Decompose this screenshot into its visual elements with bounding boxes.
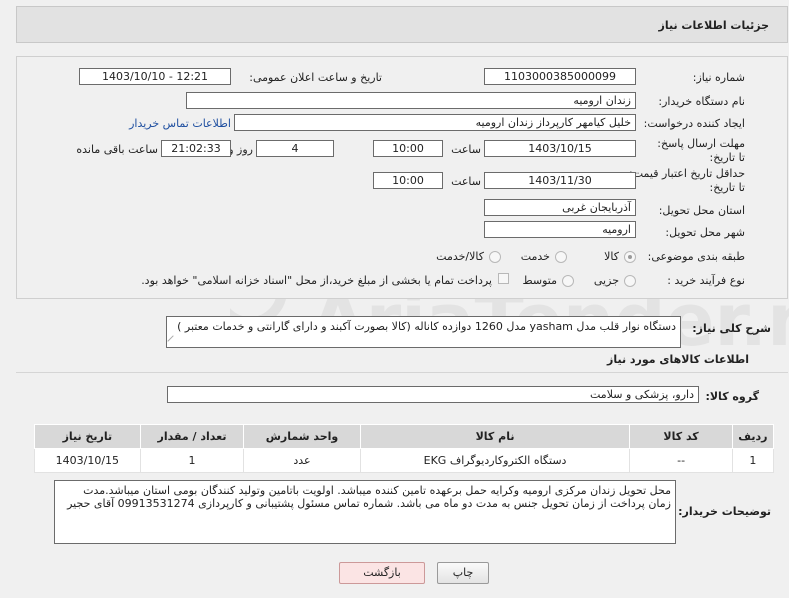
process-label: نوع فرآیند خرید : [667,274,745,287]
goods-group-field: دارو، پزشکی و سلامت [167,386,699,403]
category-option-goods: کالا [604,250,619,263]
table-row: 1 -- دستگاه الکتروکاردیوگراف EKG عدد 1 1… [34,448,775,473]
creator-field: خلیل کیامهر کارپرداز زندان ارومیه [234,114,636,131]
page-title: جزئیات اطلاعات نیاز [658,19,770,32]
section-divider [16,372,788,373]
category-label: طبقه بندی موضوعی: [647,250,745,263]
process-option-minor: جزیی [593,274,619,287]
city-field: ارومیه [484,221,636,238]
col-code: کد کالا [629,424,733,449]
days-label: روز و [228,143,253,156]
days-field: 4 [256,140,334,157]
goods-table: ردیف کد کالا نام کالا واحد شمارش تعداد /… [34,424,775,473]
validity-date-field: 1403/11/30 [484,172,636,189]
need-number-field: 1103000385000099 [484,68,636,85]
description-label: شرح کلی نیاز: [692,322,771,335]
process-radio-minor[interactable] [624,275,636,287]
cell-name: دستگاه الکتروکاردیوگراف EKG [359,448,631,473]
creator-label: ایجاد کننده درخواست: [643,117,745,130]
print-button[interactable]: چاپ [437,562,489,584]
announce-field: 1403/10/10 - 12:21 [79,68,231,85]
deadline-label: مهلت ارسال پاسخ: تا تاریخ: [657,137,745,164]
deadline-time-field: 10:00 [373,140,443,157]
back-button[interactable]: بازگشت [339,562,425,584]
cell-quantity: 1 [139,448,245,473]
deadline-time-label: ساعت [451,143,481,156]
province-field: آذربایجان غربی [484,199,636,216]
table-header-row: ردیف کد کالا نام کالا واحد شمارش تعداد /… [34,424,775,449]
resize-handle-icon[interactable] [167,335,179,347]
deadline-date-field: 1403/10/15 [484,140,636,157]
process-option-medium: متوسط [522,274,557,287]
buyer-field: زندان ارومیه [186,92,636,109]
col-unit: واحد شمارش [243,424,361,449]
category-radio-goods-service[interactable] [489,251,501,263]
page-header: جزئیات اطلاعات نیاز [16,6,788,43]
category-radio-service[interactable] [555,251,567,263]
cell-date: 1403/10/15 [34,448,141,473]
process-radio-medium[interactable] [562,275,574,287]
province-label: استان محل تحویل: [658,204,745,217]
col-row: ردیف [731,424,775,449]
validity-label: حداقل تاریخ اعتبار قیمت: تا تاریخ: [629,167,745,194]
treasury-payment-checkbox[interactable] [498,273,509,284]
buyer-notes-text: محل تحویل زندان مرکزی ارومیه وکرایه حمل … [67,484,671,510]
buyer-notes-textarea[interactable]: محل تحویل زندان مرکزی ارومیه وکرایه حمل … [54,480,676,544]
goods-group-label: گروه کالا: [705,390,759,403]
description-text: دستگاه نوار قلب مدل yasham مدل 1260 دواز… [177,320,676,333]
validity-time-field: 10:00 [373,172,443,189]
need-number-label: شماره نیاز: [692,71,745,84]
treasury-payment-note: پرداخت تمام یا بخشی از مبلغ خرید،از محل … [141,274,492,287]
col-name: نام کالا [359,424,631,449]
announce-label: تاریخ و ساعت اعلان عمومی: [249,71,382,84]
goods-section-title: اطلاعات کالاهای مورد نیاز [607,353,749,366]
buyer-notes-label: توضیحات خریدار: [678,505,771,518]
cell-row: 1 [731,448,775,473]
city-label: شهر محل تحویل: [665,226,745,239]
category-option-goods-service: کالا/خدمت [436,250,484,263]
remaining-time-field: 21:02:33 [161,140,231,157]
cell-unit: عدد [243,448,361,473]
cell-code: -- [629,448,733,473]
col-quantity: تعداد / مقدار [139,424,245,449]
description-textarea[interactable]: دستگاه نوار قلب مدل yasham مدل 1260 دواز… [166,316,681,348]
validity-time-label: ساعت [451,175,481,188]
buyer-label: نام دستگاه خریدار: [658,95,745,108]
category-radio-goods[interactable] [624,251,636,263]
category-option-service: خدمت [520,250,550,263]
col-date: تاریخ نیاز [34,424,141,449]
contact-info-link[interactable]: اطلاعات تماس خریدار [129,117,231,130]
remaining-label: ساعت باقی مانده [76,143,158,156]
